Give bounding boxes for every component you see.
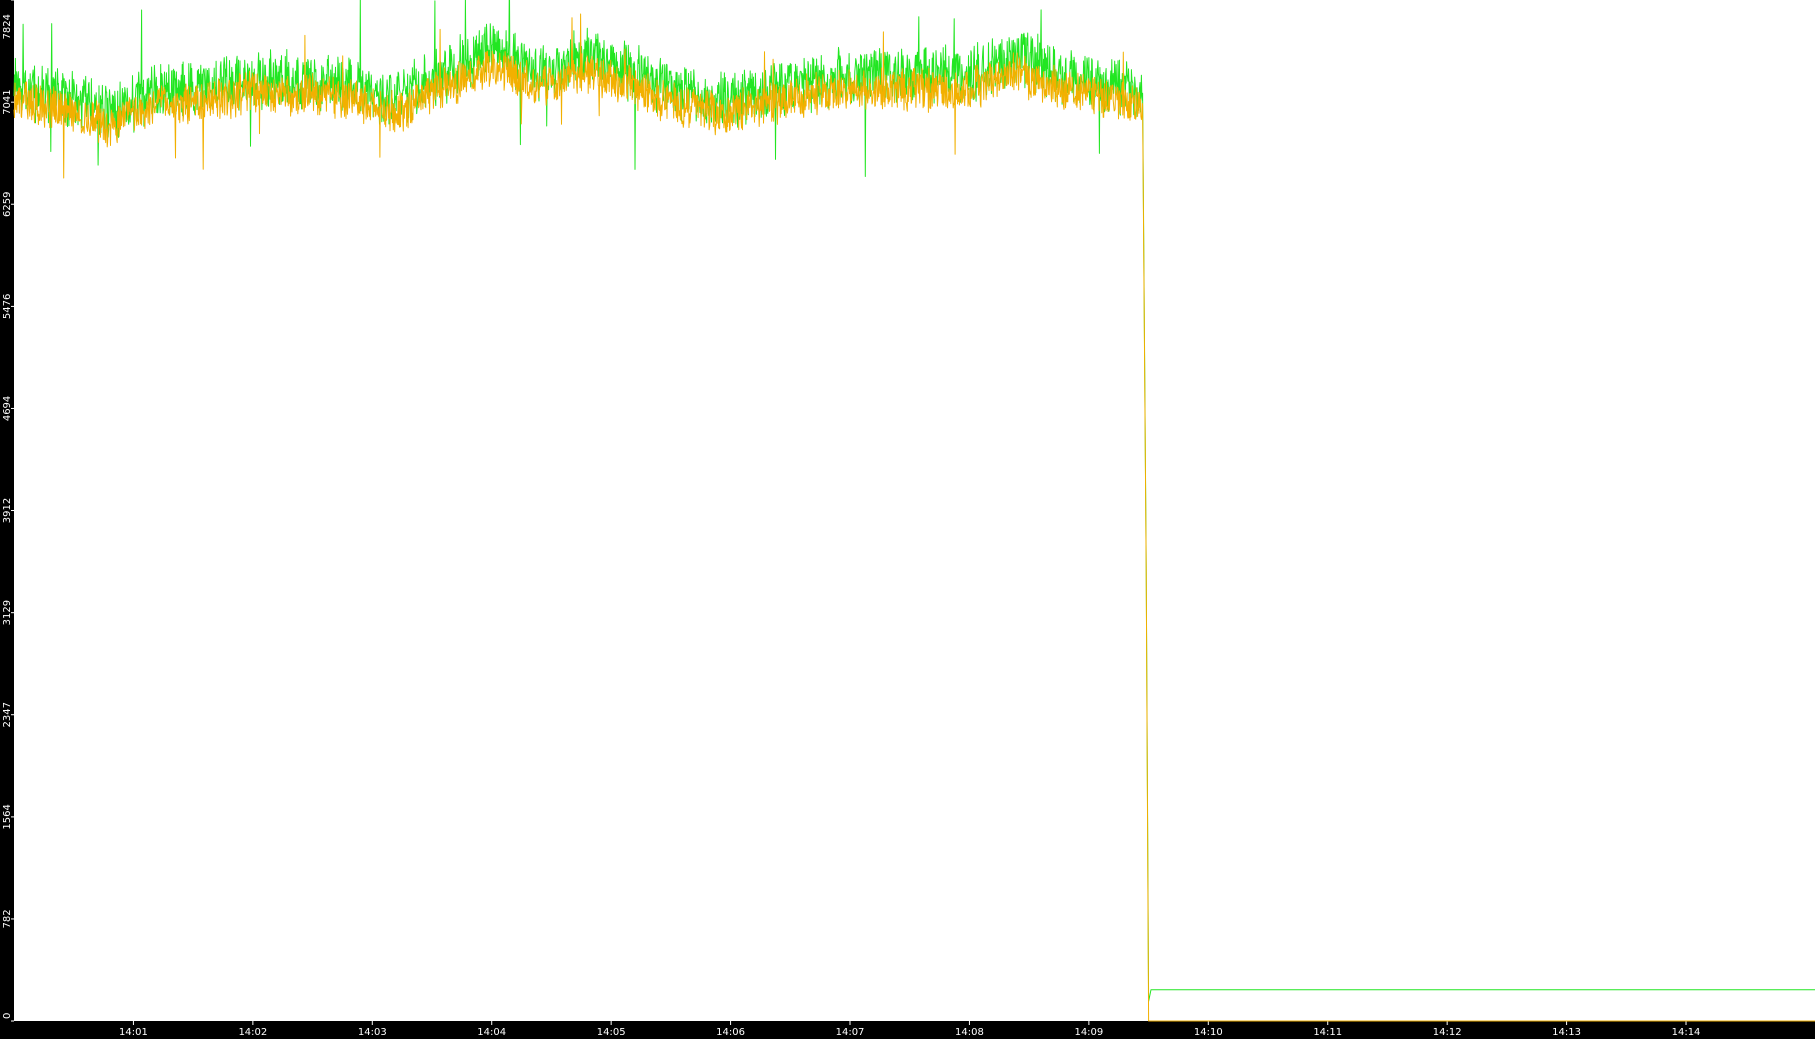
x-tick-label: 14:05 xyxy=(597,1027,626,1038)
x-tick-label: 14:14 xyxy=(1672,1027,1701,1038)
x-tick-label: 14:09 xyxy=(1074,1027,1103,1038)
x-tick-label: 14:13 xyxy=(1552,1027,1581,1038)
y-tick-label: 3129 xyxy=(2,600,13,625)
x-tick-label: 14:01 xyxy=(119,1027,148,1038)
x-tick-label: 14:03 xyxy=(358,1027,387,1038)
y-tick-label: 7824 xyxy=(2,14,13,39)
x-tick-label: 14:04 xyxy=(477,1027,506,1038)
y-tick-label: 3912 xyxy=(2,498,13,523)
x-tick-label: 14:11 xyxy=(1313,1027,1342,1038)
y-tick-label: 0 xyxy=(2,1013,13,1019)
x-tick-label: 14:06 xyxy=(716,1027,745,1038)
x-tick-label: 14:08 xyxy=(955,1027,984,1038)
x-tick-label: 14:10 xyxy=(1194,1027,1223,1038)
y-tick-label: 5476 xyxy=(2,294,13,319)
x-tick-label: 14:12 xyxy=(1433,1027,1462,1038)
x-tick-label: 14:02 xyxy=(238,1027,267,1038)
plot-area xyxy=(14,0,1815,1021)
y-tick-label: 2347 xyxy=(2,702,13,727)
chart: 0 782 1564 2347 3129 3912 4694 5476 6259 7041 7824… xyxy=(0,0,1815,1039)
y-tick-label: 6259 xyxy=(2,191,13,216)
y-tick-label: 1564 xyxy=(2,804,13,829)
y-tick-label: 4694 xyxy=(2,396,13,421)
y-tick-label: 7041 xyxy=(2,89,13,114)
x-tick-label: 14:07 xyxy=(836,1027,865,1038)
y-tick-label: 782 xyxy=(2,909,13,928)
